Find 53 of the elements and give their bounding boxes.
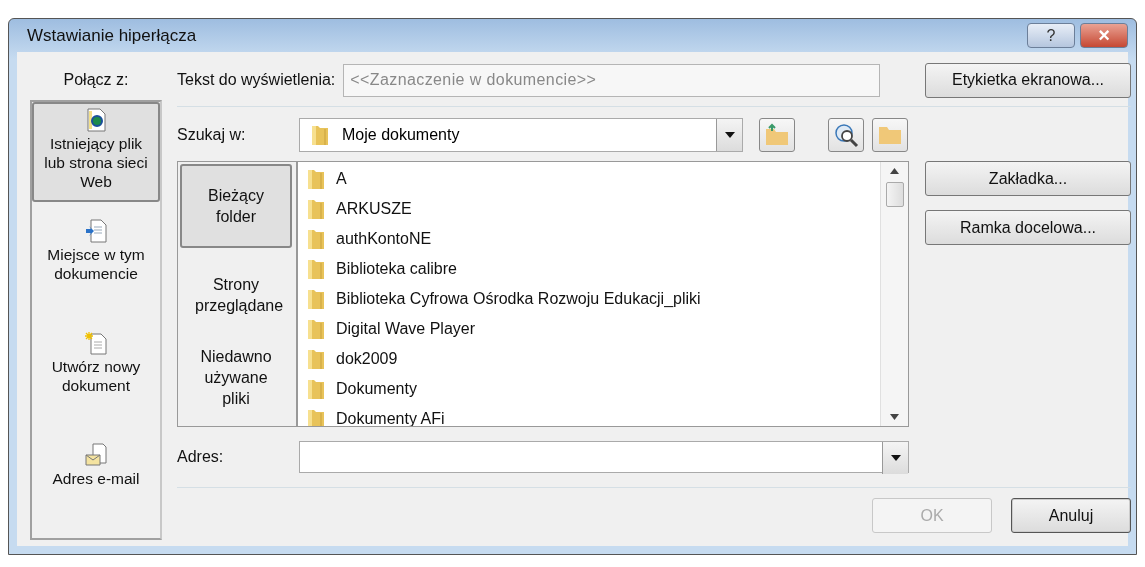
file-name[interactable]: A: [336, 170, 347, 188]
folder-icon: [306, 377, 326, 401]
link-option[interactable]: Adres e-mail: [32, 438, 160, 538]
folder-icon: [306, 167, 326, 191]
file-name[interactable]: Digital Wave Player: [336, 320, 475, 338]
folder-icon: [877, 124, 903, 146]
dropdown-arrow-icon: [890, 455, 901, 461]
link-option[interactable]: Istniejący plik lub strona sieci Web: [32, 102, 160, 202]
link-option[interactable]: Utwórz nowy dokument: [32, 326, 160, 426]
dialog-button[interactable]: Etykietka ekranowa...: [925, 62, 1131, 98]
folder-icon: [306, 407, 326, 426]
folder-icon: [306, 257, 326, 281]
look-in-label: Szukaj w:: [177, 126, 247, 144]
place-option[interactable]: Strony przeglądane: [180, 260, 292, 330]
file-name[interactable]: Biblioteka Cyfrowa Ośrodka Rozwoju Edukacji_pliki: [336, 290, 701, 308]
dropdown-arrow-icon: [724, 132, 735, 138]
document-arrow-icon: [85, 219, 107, 243]
file-name[interactable]: authKontoNE: [336, 230, 432, 248]
up-folder-button[interactable]: [759, 118, 795, 152]
place-option[interactable]: Niedawno używane pliki: [180, 342, 292, 412]
folder-icon: [310, 123, 330, 147]
link-option[interactable]: Miejsce w tym dokumencie: [32, 214, 160, 314]
file-name[interactable]: Dokumenty: [336, 380, 417, 398]
scroll-down-icon: [890, 414, 899, 420]
folder-icon: [306, 287, 326, 311]
scroll-thumb[interactable]: [885, 182, 904, 207]
file-name[interactable]: ARKUSZE: [336, 200, 412, 218]
place-option[interactable]: Bieżący folder: [180, 164, 292, 248]
dialog-button[interactable]: Zakładka...: [925, 161, 1131, 196]
scroll-up-icon: [890, 168, 899, 174]
document-globe-icon: [85, 108, 107, 132]
globe-search-icon: [833, 122, 859, 148]
email-document-icon: [85, 443, 107, 467]
browse-web-button[interactable]: [828, 118, 864, 152]
file-name[interactable]: dok2009: [336, 350, 398, 368]
display-text-label: Tekst do wyświetlenia:: [177, 71, 336, 89]
folder-up-icon: [764, 123, 790, 147]
new-document-icon: [85, 331, 107, 355]
help-button[interactable]: ?: [1027, 23, 1075, 48]
browse-file-button[interactable]: [872, 118, 908, 152]
file-name[interactable]: Biblioteka calibre: [336, 260, 457, 278]
address-field[interactable]: [299, 441, 909, 473]
folder-icon: [306, 227, 326, 251]
address-label: Adres:: [177, 448, 225, 466]
dialog-button[interactable]: Ramka docelowa...: [925, 210, 1131, 245]
dialog-button[interactable]: Anuluj: [1011, 498, 1131, 533]
look-in-dropdown[interactable]: Moje dokumenty: [299, 118, 743, 152]
folder-icon: [306, 347, 326, 371]
folder-icon: [306, 197, 326, 221]
folder-icon: [306, 317, 326, 341]
link-to-label: Połącz z:: [62, 70, 130, 90]
scrollbar[interactable]: [880, 162, 908, 426]
window-title: Wstawianie hiperłącza: [26, 25, 197, 46]
